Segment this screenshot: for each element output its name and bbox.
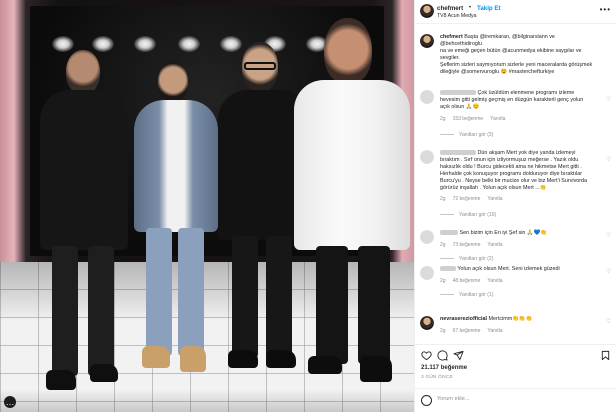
caption-username[interactable]: chefmert: [440, 34, 463, 40]
author-username[interactable]: chefmert: [437, 5, 463, 12]
heart-icon[interactable]: [421, 350, 432, 361]
comment-meta: 2g 67 beğenme Yanıtla: [440, 328, 503, 334]
comment-text: Yolun açık olsun Mert. Seni izlemek güze…: [440, 266, 598, 273]
comment-meta: 2g 72 beğenme Yanıtla: [440, 196, 503, 202]
follow-button[interactable]: Takip Et: [477, 5, 501, 12]
blurred-username: [440, 90, 476, 96]
reply-button[interactable]: Yanıtla: [487, 242, 502, 248]
comment-text: Çok üzüldüm elenmene programı izleme hev…: [440, 90, 584, 110]
comment-text: Sen bizim için En iyi Şef sin 🙏💙👏: [440, 230, 598, 237]
avatar[interactable]: [420, 230, 434, 244]
heart-icon[interactable]: ♡: [606, 156, 611, 163]
blurred-username: [440, 230, 458, 236]
likes-count[interactable]: 21.117 beğenme: [421, 365, 467, 371]
blurred-username: [440, 150, 476, 156]
comment-icon[interactable]: [437, 350, 448, 361]
comment-username[interactable]: nevrasereziofficial: [440, 316, 487, 322]
emoji-icon[interactable]: [421, 395, 432, 406]
author-subtitle[interactable]: TV8 Acun Medya: [437, 13, 477, 19]
comment-text: Dün akşam Mert yok diye yanda izlemeyi b…: [440, 150, 588, 191]
share-icon[interactable]: [453, 350, 464, 361]
post-photo[interactable]: …: [0, 0, 414, 412]
view-replies-button[interactable]: Yanıtları gör (2): [440, 256, 493, 262]
avatar[interactable]: [420, 4, 434, 18]
view-replies-button[interactable]: Yanıtları gör (15): [440, 212, 496, 218]
comment-input[interactable]: Yorum ekle...: [437, 396, 469, 402]
reply-button[interactable]: Yanıtla: [490, 116, 505, 122]
comment-meta: 2g 48 beğenme Yanıtla: [440, 278, 503, 284]
post-header: chefmert • Takip Et TV8 Acun Medya •••: [415, 0, 616, 24]
heart-icon[interactable]: ♡: [606, 318, 611, 325]
person-4: [292, 18, 410, 388]
avatar[interactable]: [420, 266, 434, 280]
caption-text: chefmert Başta @iremkaran, @bilginarslan…: [440, 34, 593, 75]
separator-dot: •: [469, 5, 472, 11]
reply-button[interactable]: Yanıtla: [487, 328, 502, 334]
view-replies-button[interactable]: Yanıtları gör (1): [440, 292, 493, 298]
heart-icon[interactable]: ♡: [606, 232, 611, 239]
avatar[interactable]: [420, 150, 434, 164]
avatar[interactable]: [420, 90, 434, 104]
comments-list[interactable]: chefmert Başta @iremkaran, @bilginarslan…: [415, 28, 616, 342]
more-horizontal-icon[interactable]: •••: [600, 6, 611, 14]
person-1: [28, 50, 138, 400]
add-comment-bar: Yorum ekle...: [415, 388, 616, 412]
person-2: [128, 62, 224, 388]
ellipsis-icon[interactable]: …: [4, 396, 16, 408]
comment-meta: 2g 73 beğenme Yanıtla: [440, 242, 503, 248]
comment-text: nevrasereziofficial Mertcimm👏👏👏: [440, 316, 533, 322]
reply-button[interactable]: Yanıtla: [487, 196, 502, 202]
post-side-panel: chefmert • Takip Et TV8 Acun Medya ••• c…: [414, 0, 616, 412]
avatar[interactable]: [420, 34, 434, 48]
blurred-username: [440, 266, 456, 272]
bookmark-icon[interactable]: [600, 350, 611, 361]
avatar[interactable]: [420, 316, 434, 330]
post-actions: 21.117 beğenme 3 GÜN ÖNCE: [415, 344, 616, 388]
view-replies-button[interactable]: Yanıtları gör (3): [440, 132, 493, 138]
reply-button[interactable]: Yanıtla: [487, 278, 502, 284]
post-date[interactable]: 3 GÜN ÖNCE: [421, 375, 453, 380]
heart-icon[interactable]: ♡: [606, 96, 611, 103]
heart-icon[interactable]: ♡: [606, 268, 611, 275]
comment-meta: 2g 153 beğenme Yanıtla: [440, 116, 506, 122]
